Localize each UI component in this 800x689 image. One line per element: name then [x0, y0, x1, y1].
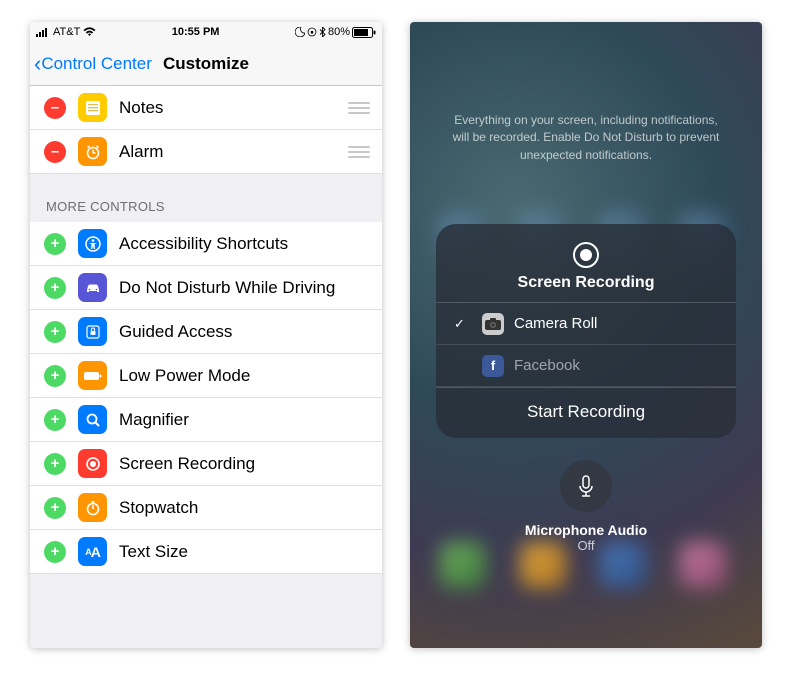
alarm-icon: [78, 137, 107, 166]
more-row-screen-recording[interactable]: + Screen Recording: [30, 442, 382, 486]
microphone-label: Microphone Audio: [525, 522, 647, 538]
bluetooth-icon: [319, 27, 326, 37]
moon-icon: [295, 27, 305, 37]
more-row-text-size[interactable]: + AA Text Size: [30, 530, 382, 574]
battery-percent: 80%: [328, 26, 350, 38]
reorder-handle[interactable]: [348, 102, 370, 114]
row-label: Stopwatch: [119, 498, 370, 518]
microphone-icon: [576, 474, 596, 498]
included-controls-list: – Notes – Alarm: [30, 86, 382, 174]
start-recording-button[interactable]: Start Recording: [436, 387, 736, 438]
row-label: Low Power Mode: [119, 366, 370, 386]
panel-title: Screen Recording: [518, 274, 655, 292]
back-button[interactable]: ‹ Control Center: [30, 51, 152, 77]
add-button[interactable]: +: [44, 497, 66, 519]
page-title: Customize: [163, 54, 249, 74]
add-button[interactable]: +: [44, 541, 66, 563]
more-row-low-power[interactable]: + Low Power Mode: [30, 354, 382, 398]
left-phone-settings: AT&T 10:55 PM 80% ‹ Control Center: [30, 22, 382, 648]
reorder-handle[interactable]: [348, 146, 370, 158]
carrier-label: AT&T: [53, 26, 80, 38]
right-phone-recording: Everything on your screen, including not…: [410, 22, 762, 648]
lock-icon: [78, 317, 107, 346]
microphone-toggle[interactable]: [560, 460, 612, 512]
microphone-state: Off: [577, 538, 594, 553]
row-label: Do Not Disturb While Driving: [119, 278, 370, 298]
row-label: Guided Access: [119, 322, 370, 342]
battery-icon: [352, 27, 376, 38]
row-label: Magnifier: [119, 410, 370, 430]
add-button[interactable]: +: [44, 321, 66, 343]
lock-rotation-icon: [307, 27, 317, 37]
record-icon: [573, 242, 599, 268]
more-controls-header: MORE CONTROLS: [30, 174, 382, 222]
add-button[interactable]: +: [44, 365, 66, 387]
add-button[interactable]: +: [44, 277, 66, 299]
back-label: Control Center: [41, 54, 152, 74]
row-label: Alarm: [119, 142, 348, 162]
more-row-accessibility[interactable]: + Accessibility Shortcuts: [30, 222, 382, 266]
add-button[interactable]: +: [44, 453, 66, 475]
destination-facebook[interactable]: f Facebook: [436, 345, 736, 387]
screen-recording-panel: Screen Recording ✓ Camera Roll f Faceboo…: [436, 224, 736, 438]
row-label: Notes: [119, 98, 348, 118]
chevron-left-icon: ‹: [34, 51, 41, 77]
car-icon: [78, 273, 107, 302]
more-row-stopwatch[interactable]: + Stopwatch: [30, 486, 382, 530]
signal-icon: [36, 27, 50, 37]
included-row-alarm[interactable]: – Alarm: [30, 130, 382, 174]
more-row-magnifier[interactable]: + Magnifier: [30, 398, 382, 442]
panel-header: Screen Recording: [436, 242, 736, 303]
battery-icon: [78, 361, 107, 390]
more-controls-list: + Accessibility Shortcuts + Do Not Distu…: [30, 222, 382, 574]
clock: 10:55 PM: [172, 26, 220, 38]
status-bar: AT&T 10:55 PM 80%: [30, 22, 382, 42]
more-row-guided-access[interactable]: + Guided Access: [30, 310, 382, 354]
remove-button[interactable]: –: [44, 97, 66, 119]
destination-label: Camera Roll: [514, 315, 597, 332]
recording-hint-text: Everything on your screen, including not…: [410, 112, 762, 164]
camera-icon: [482, 313, 504, 335]
add-button[interactable]: +: [44, 233, 66, 255]
checkmark-icon: ✓: [454, 316, 472, 332]
nav-bar: ‹ Control Center Customize: [30, 42, 382, 86]
remove-button[interactable]: –: [44, 141, 66, 163]
row-label: Screen Recording: [119, 454, 370, 474]
accessibility-icon: [78, 229, 107, 258]
add-button[interactable]: +: [44, 409, 66, 431]
more-row-dnd-driving[interactable]: + Do Not Disturb While Driving: [30, 266, 382, 310]
included-row-notes[interactable]: – Notes: [30, 86, 382, 130]
row-label: Accessibility Shortcuts: [119, 234, 370, 254]
magnifier-icon: [78, 405, 107, 434]
record-icon: [78, 449, 107, 478]
stopwatch-icon: [78, 493, 107, 522]
notes-icon: [78, 93, 107, 122]
text-size-icon: AA: [78, 537, 107, 566]
facebook-icon: f: [482, 355, 504, 377]
destination-label: Facebook: [514, 357, 580, 374]
destination-camera-roll[interactable]: ✓ Camera Roll: [436, 303, 736, 345]
wifi-icon: [83, 27, 96, 37]
row-label: Text Size: [119, 542, 370, 562]
